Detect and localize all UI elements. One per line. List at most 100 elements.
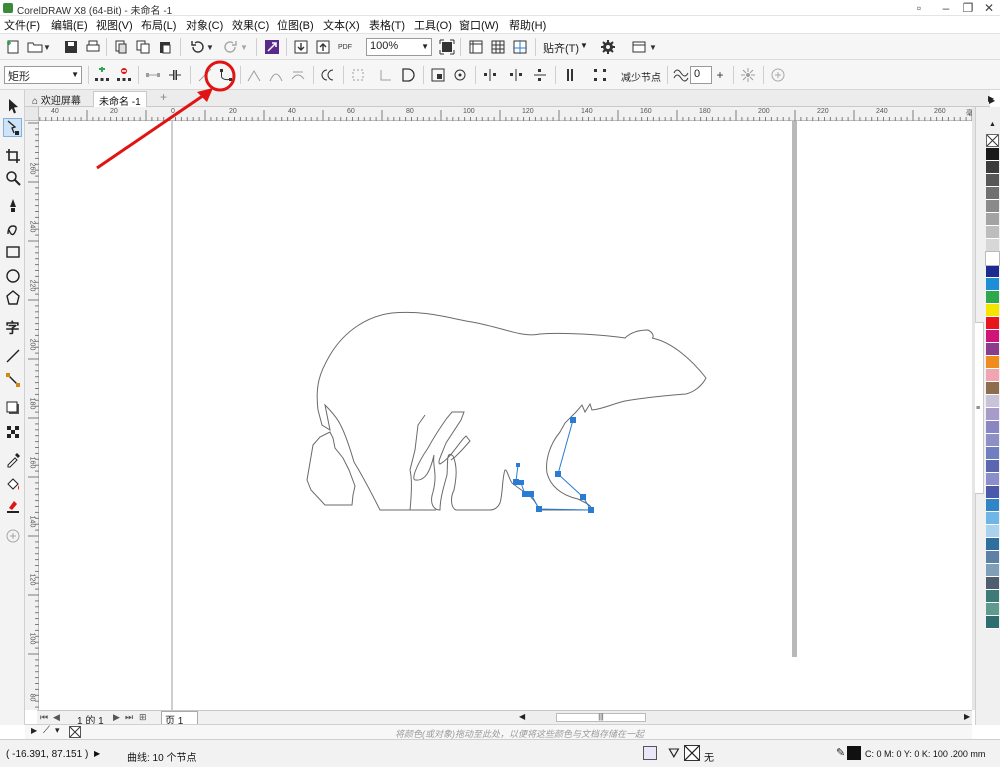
color-swatch[interactable] [986,200,999,213]
break-curve-icon[interactable] [166,66,184,84]
vertical-scrollbar[interactable] [972,107,975,710]
publish-pdf-button[interactable]: PDF [336,38,354,56]
show-grid-icon[interactable] [489,38,507,56]
add-node-icon[interactable] [93,66,111,84]
menu-view[interactable]: 视图(V) [96,17,133,33]
menu-object[interactable]: 对象(C) [186,17,223,33]
color-swatch[interactable] [986,486,999,499]
maximize-button[interactable]: ❐ [957,0,979,15]
color-palette[interactable] [985,148,1000,675]
horizontal-scrollbar[interactable]: ◀ ||| ▶ [519,710,972,724]
next-page-button[interactable]: ▶ [113,712,120,723]
color-swatch[interactable] [986,356,999,369]
color-swatch[interactable] [986,577,999,590]
smoothness-input[interactable]: 0 [690,66,712,84]
crop-tool-icon[interactable] [3,146,22,165]
vertical-ruler[interactable]: 260 240 220 200 180 160 140 120 100 80 [25,121,39,710]
chevron-right-icon[interactable]: ▶ [31,726,37,735]
color-swatch[interactable] [986,369,999,382]
undo-icon[interactable] [188,38,206,56]
color-profile-icon[interactable] [643,746,657,760]
reflect-horizontal-icon[interactable] [507,66,525,84]
cusp-node-icon[interactable] [245,66,263,84]
stretch-scale-icon[interactable] [429,66,447,84]
color-swatch[interactable] [986,603,999,616]
parallel-dimension-icon[interactable] [3,346,22,365]
color-swatch[interactable] [986,343,999,356]
menu-help[interactable]: 帮助(H) [509,17,546,33]
convert-to-curve-icon[interactable] [217,66,235,84]
reflect-vertical-icon[interactable] [531,66,549,84]
chevron-right-icon[interactable]: ▶ [94,749,100,758]
chevron-down-icon[interactable]: ▼ [42,38,52,56]
drawing-canvas[interactable] [39,121,972,710]
color-swatch[interactable] [986,421,999,434]
color-swatch[interactable] [986,590,999,603]
close-button[interactable]: ✕ [978,0,1000,15]
minimize-button[interactable]: – [935,0,957,15]
eyedropper-icon[interactable] [3,450,22,469]
rectangle-tool-icon[interactable] [3,242,22,261]
color-swatch[interactable] [986,408,999,421]
rotate-skew-icon[interactable] [451,66,469,84]
add-tab-button[interactable]: + [155,89,172,105]
color-swatch[interactable] [986,317,999,330]
transparency-icon[interactable] [3,422,22,441]
color-swatch[interactable] [986,382,999,395]
chevron-down-icon[interactable]: ▼ [580,41,588,50]
close-curve-icon[interactable] [399,66,417,84]
chevron-right-icon[interactable]: ▶ [989,96,995,105]
gear-icon[interactable] [599,38,617,56]
join-nodes-icon[interactable] [144,66,162,84]
interactive-fill-icon[interactable] [3,474,22,493]
zoom-level-select[interactable]: 100% ▼ [366,38,432,56]
redo-icon[interactable] [222,38,240,56]
color-swatch[interactable] [986,434,999,447]
scroll-thumb[interactable]: ||| [556,713,646,722]
scroll-left-icon[interactable]: ◀ [519,712,525,721]
pick-tool-icon[interactable] [3,96,22,115]
redo-dropdown-icon[interactable]: ▼ [239,38,249,56]
reverse-direction-icon[interactable] [319,66,337,84]
delete-node-icon[interactable] [115,66,133,84]
ellipse-tool-icon[interactable] [3,266,22,285]
color-swatch[interactable] [986,304,999,317]
color-swatch[interactable] [986,174,999,187]
import-icon[interactable] [292,38,310,56]
print-icon[interactable] [84,38,102,56]
no-color-icon[interactable] [69,726,81,738]
extract-subpath-icon[interactable] [377,66,395,84]
color-swatch[interactable] [986,447,999,460]
palette-scroll-up[interactable]: ▲ [987,121,998,131]
menu-window[interactable]: 窗口(W) [459,17,499,33]
no-fill-swatch[interactable] [684,745,700,761]
color-swatch[interactable] [986,525,999,538]
outline-pen-icon[interactable]: ✎ [836,746,845,759]
full-screen-icon[interactable] [438,38,456,56]
select-all-nodes-icon[interactable] [591,66,609,84]
cut-icon[interactable] [112,38,130,56]
tab-document[interactable]: 未命名 -1 [93,91,147,108]
color-swatch[interactable] [986,460,999,473]
color-swatch[interactable] [986,473,999,486]
no-color-icon[interactable] [986,134,999,147]
add-page-button[interactable]: ⊞ [139,712,147,723]
previous-page-button[interactable]: ◀ [53,712,60,723]
last-page-button[interactable]: ⏭ [125,712,133,723]
export-icon[interactable] [314,38,332,56]
color-swatch[interactable] [986,148,999,161]
restore-icon[interactable]: ▫ [908,0,930,15]
snap-to-dropdown[interactable]: 贴齐(T) [543,40,579,56]
color-swatch[interactable] [986,330,999,343]
color-swatch[interactable] [986,538,999,551]
search-content-icon[interactable] [263,38,281,56]
ruler-origin[interactable] [25,107,39,121]
add-toolbar-item-icon[interactable] [769,66,787,84]
reduce-nodes-button[interactable]: 减少节点 [621,69,661,84]
color-swatch[interactable] [985,251,1000,266]
outline-color-swatch[interactable] [847,746,861,760]
eyedropper-icon[interactable]: ⟋ [43,725,50,736]
convert-to-line-icon[interactable] [196,66,214,84]
color-swatch[interactable] [986,616,999,629]
color-swatch[interactable] [986,512,999,525]
